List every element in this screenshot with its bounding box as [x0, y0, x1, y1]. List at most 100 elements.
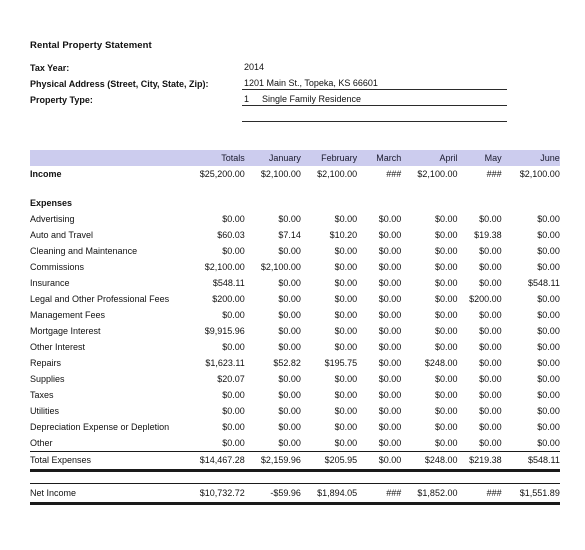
- expense-january: $0.00: [278, 326, 301, 336]
- table-row[interactable]: Cleaning and Maintenance $0.00 $0.00 $0.…: [30, 243, 560, 259]
- expense-march: $0.00: [378, 422, 402, 432]
- expense-january: $0.00: [278, 310, 301, 320]
- expense-february: $10.20: [329, 230, 358, 240]
- column-header-january: January: [244, 150, 301, 166]
- net-income-label: Net Income: [30, 483, 183, 505]
- net-income-june: $1,551.89: [501, 483, 560, 505]
- expense-march: $0.00: [378, 326, 402, 336]
- document-title: Rental Property Statement: [30, 40, 152, 51]
- expense-may: $0.00: [479, 342, 502, 352]
- income-row[interactable]: Income $25,200.00 $2,100.00 $2,100.00 ##…: [30, 166, 560, 182]
- expense-totals: $9,915.96: [204, 326, 245, 336]
- total-expenses-march: $0.00: [357, 451, 402, 472]
- total-expenses-row[interactable]: Total Expenses $14,467.28 $2,159.96 $205…: [30, 451, 560, 472]
- column-header-march: March: [357, 150, 402, 166]
- income-totals: $25,200.00: [199, 169, 245, 179]
- expense-label: Repairs: [30, 358, 62, 368]
- spacer-label: [30, 121, 242, 122]
- table-row[interactable]: Insurance $548.11 $0.00 $0.00 $0.00 $0.0…: [30, 275, 560, 291]
- net-income-february: $1,894.05: [300, 483, 358, 505]
- expense-march: $0.00: [378, 294, 402, 304]
- table-row[interactable]: Mortgage Interest $9,915.96 $0.00 $0.00 …: [30, 323, 560, 339]
- spacer-cell-2: [30, 471, 560, 484]
- expense-may: $200.00: [469, 294, 502, 304]
- tax-year-row: Tax Year: 2014: [30, 58, 560, 74]
- total-expenses-may: $219.38: [457, 451, 502, 472]
- expense-january: $52.82: [273, 358, 301, 368]
- rental-property-statement-sheet: Rental Property Statement Tax Year: 2014…: [0, 0, 585, 550]
- extra-rule: [242, 110, 507, 122]
- expense-may: $0.00: [479, 214, 502, 224]
- physical-address-value[interactable]: 1201 Main St., Topeka, KS 66601: [242, 78, 507, 90]
- expense-label: Utilities: [30, 406, 60, 416]
- table-row[interactable]: Taxes $0.00 $0.00 $0.00 $0.00 $0.00 $0.0…: [30, 387, 560, 403]
- expense-february: $0.00: [334, 294, 358, 304]
- column-header-totals: Totals: [182, 150, 245, 166]
- expense-june: $0.00: [537, 310, 560, 320]
- property-type-code: 1: [244, 94, 250, 104]
- table-header: Totals January February March April May …: [30, 150, 560, 166]
- table-row[interactable]: Utilities $0.00 $0.00 $0.00 $0.00 $0.00 …: [30, 403, 560, 419]
- table-row[interactable]: Management Fees $0.00 $0.00 $0.00 $0.00 …: [30, 307, 560, 323]
- property-type-description: Single Family Residence: [262, 94, 362, 104]
- total-expenses-june: $548.11: [501, 451, 560, 472]
- table-row[interactable]: Other Interest $0.00 $0.00 $0.00 $0.00 $…: [30, 339, 560, 355]
- table-row[interactable]: Supplies $20.07 $0.00 $0.00 $0.00 $0.00 …: [30, 371, 560, 387]
- expense-label: Insurance: [30, 278, 70, 288]
- column-header-february: February: [300, 150, 358, 166]
- expense-january: $0.00: [278, 294, 301, 304]
- expense-april: $0.00: [434, 374, 458, 384]
- expense-april: $0.00: [434, 278, 458, 288]
- expense-may: $0.00: [479, 374, 502, 384]
- table-row[interactable]: Advertising $0.00 $0.00 $0.00 $0.00 $0.0…: [30, 211, 560, 227]
- expense-february: $0.00: [334, 262, 358, 272]
- tax-year-value[interactable]: 2014: [242, 62, 507, 74]
- expense-april: $0.00: [434, 246, 458, 256]
- net-income-row[interactable]: Net Income $10,732.72 -$59.96 $1,894.05 …: [30, 483, 560, 505]
- income-march: ###: [386, 169, 402, 179]
- physical-address-label: Physical Address (Street, City, State, Z…: [30, 79, 209, 89]
- expense-may: $0.00: [479, 406, 502, 416]
- expense-label: Legal and Other Professional Fees: [30, 294, 170, 304]
- expense-totals: $0.00: [222, 406, 245, 416]
- income-april: $2,100.00: [417, 169, 458, 179]
- income-may: ###: [486, 169, 502, 179]
- expense-totals: $0.00: [222, 438, 245, 448]
- expense-february: $195.75: [324, 358, 358, 368]
- expense-april: $0.00: [434, 230, 458, 240]
- expense-label: Other Interest: [30, 342, 86, 352]
- expense-totals: $0.00: [222, 246, 245, 256]
- expense-march: $0.00: [378, 390, 402, 400]
- expense-label: Depreciation Expense or Depletion: [30, 422, 170, 432]
- expense-totals: $548.11: [212, 278, 245, 288]
- expense-march: $0.00: [378, 278, 402, 288]
- property-type-value[interactable]: 1 Single Family Residence: [242, 94, 507, 106]
- expense-april: $0.00: [434, 326, 458, 336]
- table-row[interactable]: Commissions $2,100.00 $2,100.00 $0.00 $0…: [30, 259, 560, 275]
- expense-april: $0.00: [434, 406, 458, 416]
- expense-january: $0.00: [278, 438, 301, 448]
- table-row[interactable]: Repairs $1,623.11 $52.82 $195.75 $0.00 $…: [30, 355, 560, 371]
- property-info-block: Rental Property Statement Tax Year: 2014…: [30, 40, 560, 122]
- expense-may: $0.00: [479, 262, 502, 272]
- expense-april: $0.00: [434, 438, 458, 448]
- expense-totals: $20.07: [217, 374, 245, 384]
- expense-totals: $1,623.11: [205, 358, 245, 368]
- table-row[interactable]: Auto and Travel $60.03 $7.14 $10.20 $0.0…: [30, 227, 560, 243]
- expense-june: $0.00: [537, 406, 560, 416]
- expense-may: $0.00: [479, 326, 502, 336]
- table-row[interactable]: Depreciation Expense or Depletion $0.00 …: [30, 419, 560, 435]
- expense-february: $0.00: [334, 406, 358, 416]
- column-header-june: June: [501, 150, 560, 166]
- table-row[interactable]: Legal and Other Professional Fees $200.0…: [30, 291, 560, 307]
- column-header-row: Totals January February March April May …: [30, 150, 560, 166]
- expense-june: $0.00: [537, 342, 560, 352]
- expense-totals: $0.00: [222, 214, 245, 224]
- expense-january: $0.00: [278, 406, 301, 416]
- table-row[interactable]: Other $0.00 $0.00 $0.00 $0.00 $0.00 $0.0…: [30, 435, 560, 452]
- expense-february: $0.00: [334, 390, 358, 400]
- expense-january: $7.14: [278, 230, 301, 240]
- expense-label: Management Fees: [30, 310, 106, 320]
- expense-label: Mortgage Interest: [30, 326, 101, 336]
- expense-june: $0.00: [537, 374, 560, 384]
